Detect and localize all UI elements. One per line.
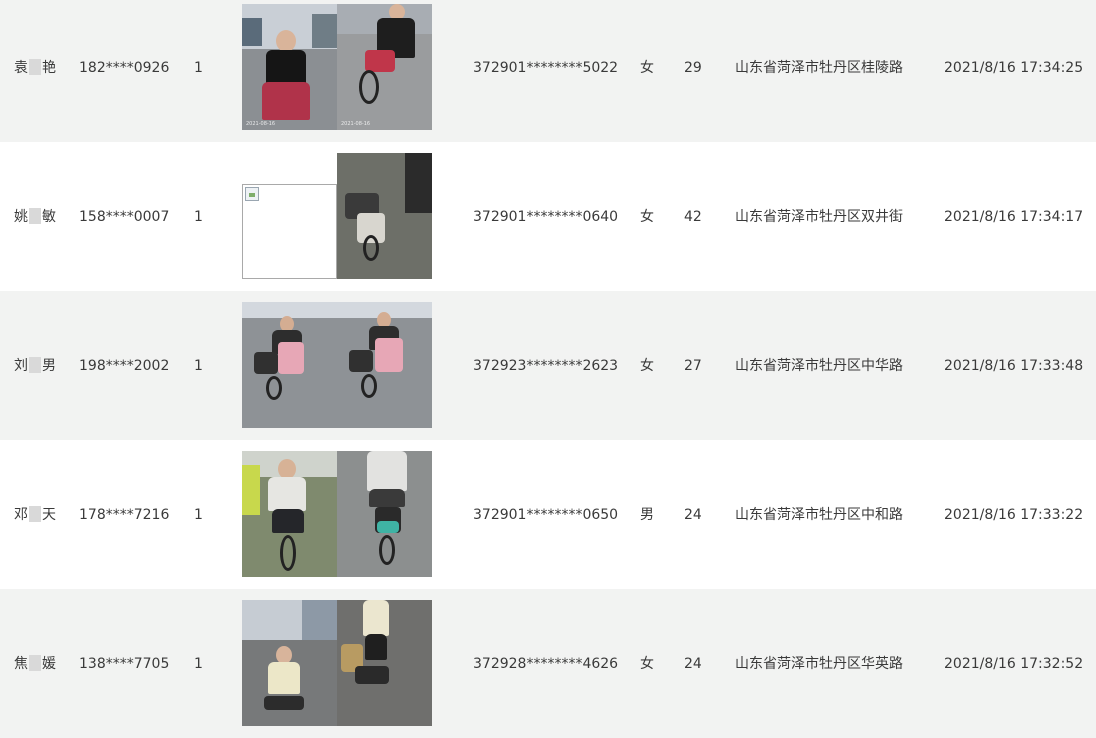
name-cell: 刘男	[14, 356, 56, 374]
address-cell: 山东省菏泽市牡丹区桂陵路	[735, 59, 903, 76]
id-number-cell: 372901********5022	[473, 59, 619, 76]
address-cell: 山东省菏泽市牡丹区华英路	[735, 655, 903, 672]
phone-cell: 138****7705	[79, 655, 170, 672]
rider-photo[interactable]	[242, 302, 337, 428]
photo-cell	[242, 302, 432, 428]
phone-cell: 178****7216	[79, 506, 170, 523]
broken-image-icon	[245, 187, 259, 201]
photo-cell	[242, 153, 432, 279]
gender-cell: 男	[640, 506, 654, 523]
age-cell: 27	[684, 357, 702, 374]
name-mask	[29, 505, 41, 522]
table-row: 袁艳 182****0926 1 2021-08-16 2021-08-16 3…	[0, 0, 1096, 142]
rider-photo[interactable]	[242, 451, 337, 577]
vehicle-photo[interactable]: 2021-08-16	[337, 4, 432, 130]
age-cell: 42	[684, 208, 702, 225]
gender-cell: 女	[640, 357, 654, 374]
table-row: 刘男 198****2002 1 372923********2623 女 27…	[0, 291, 1096, 440]
address-cell: 山东省菏泽市牡丹区中华路	[735, 357, 903, 374]
table-row: 姚敏 158****0007 1 372901********0640 女 42…	[0, 142, 1096, 291]
time-cell: 2021/8/16 17:34:17	[944, 208, 1084, 225]
id-number-cell: 372923********2623	[473, 357, 619, 374]
name-cell: 袁艳	[14, 58, 56, 76]
phone-cell: 158****0007	[79, 208, 170, 225]
time-cell: 2021/8/16 17:32:52	[944, 655, 1084, 672]
age-cell: 24	[684, 506, 702, 523]
vehicle-photo[interactable]	[337, 153, 432, 279]
phone-cell: 198****2002	[79, 357, 170, 374]
vehicle-photo[interactable]	[337, 451, 432, 577]
id-number-cell: 372901********0650	[473, 506, 619, 523]
name-cell: 邓天	[14, 505, 56, 523]
time-cell: 2021/8/16 17:34:25	[944, 59, 1084, 76]
photo-cell	[242, 600, 432, 726]
rider-photo[interactable]	[242, 600, 337, 726]
gender-cell: 女	[640, 655, 654, 672]
gender-cell: 女	[640, 59, 654, 76]
address-cell: 山东省菏泽市牡丹区中和路	[735, 506, 903, 523]
time-cell: 2021/8/16 17:33:22	[944, 506, 1084, 523]
address-cell: 山东省菏泽市牡丹区双井街	[735, 208, 903, 225]
count-cell: 1	[194, 59, 203, 76]
count-cell: 1	[194, 506, 203, 523]
gender-cell: 女	[640, 208, 654, 225]
age-cell: 29	[684, 59, 702, 76]
count-cell: 1	[194, 655, 203, 672]
count-cell: 1	[194, 208, 203, 225]
vehicle-photo[interactable]	[337, 302, 432, 428]
name-cell: 焦媛	[14, 654, 56, 672]
name-mask	[29, 207, 41, 224]
rider-photo[interactable]: 2021-08-16	[242, 4, 337, 130]
name-mask	[29, 58, 41, 75]
id-number-cell: 372901********0640	[473, 208, 619, 225]
name-mask	[29, 356, 41, 373]
table-row: 邓天 178****7216 1 372901********0650 男 24…	[0, 440, 1096, 589]
name-cell: 姚敏	[14, 207, 56, 225]
record-table: 袁艳 182****0926 1 2021-08-16 2021-08-16 3…	[0, 0, 1096, 738]
photo-cell	[242, 451, 432, 577]
count-cell: 1	[194, 357, 203, 374]
broken-image-placeholder[interactable]	[242, 184, 337, 279]
vehicle-photo[interactable]	[337, 600, 432, 726]
phone-cell: 182****0926	[79, 59, 170, 76]
id-number-cell: 372928********4626	[473, 655, 619, 672]
name-mask	[29, 654, 41, 671]
age-cell: 24	[684, 655, 702, 672]
time-cell: 2021/8/16 17:33:48	[944, 357, 1084, 374]
table-row: 焦媛 138****7705 1 372928********4626 女 24…	[0, 589, 1096, 738]
photo-cell: 2021-08-16 2021-08-16	[242, 4, 432, 130]
